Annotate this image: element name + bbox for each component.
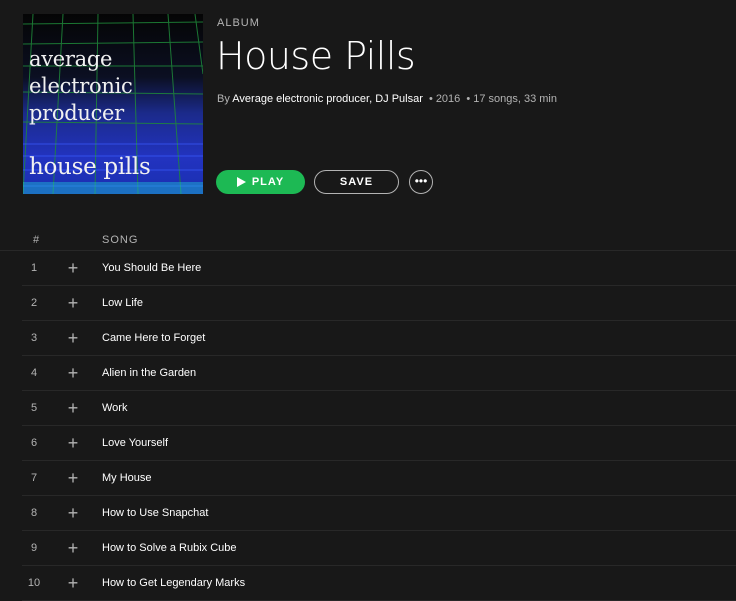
- track-row[interactable]: 5 + Work: [22, 391, 736, 426]
- track-number: 4: [30, 367, 38, 379]
- track-title[interactable]: How to Get Legendary Marks: [102, 566, 245, 600]
- add-track-icon[interactable]: +: [66, 321, 80, 355]
- album-cover[interactable]: average electronic producer house pills: [23, 14, 203, 194]
- track-list-header: # SONG: [0, 228, 736, 251]
- add-track-icon[interactable]: +: [66, 356, 80, 390]
- track-number: 2: [30, 297, 38, 309]
- track-title[interactable]: How to Use Snapchat: [102, 496, 208, 530]
- more-icon: •••: [414, 173, 428, 188]
- cover-album-text: house pills: [29, 154, 151, 180]
- release-year: 2016: [435, 93, 461, 105]
- artist-separator: ,: [369, 93, 373, 105]
- track-title[interactable]: Came Here to Forget: [102, 321, 205, 355]
- add-track-icon[interactable]: +: [66, 496, 80, 530]
- track-number: 10: [27, 577, 41, 589]
- album-type-label: ALBUM: [217, 17, 260, 29]
- play-button[interactable]: PLAY: [216, 170, 305, 194]
- track-row[interactable]: 2 + Low Life: [22, 286, 736, 321]
- cover-line: electronic: [29, 74, 133, 98]
- track-title[interactable]: Work: [102, 391, 127, 425]
- save-button-label: SAVE: [339, 176, 374, 188]
- add-track-icon[interactable]: +: [66, 531, 80, 565]
- track-row[interactable]: 3 + Came Here to Forget: [22, 321, 736, 356]
- add-track-icon[interactable]: +: [66, 461, 80, 495]
- track-title[interactable]: How to Solve a Rubix Cube: [102, 531, 237, 565]
- track-number: 5: [30, 402, 38, 414]
- album-header: average electronic producer house pills …: [0, 0, 736, 210]
- track-number: 6: [30, 437, 38, 449]
- add-track-icon[interactable]: +: [66, 251, 80, 285]
- add-track-icon[interactable]: +: [66, 566, 80, 600]
- play-button-label: PLAY: [251, 176, 285, 188]
- save-button[interactable]: SAVE: [314, 170, 399, 194]
- track-row[interactable]: 10 + How to Get Legendary Marks: [22, 566, 736, 601]
- track-row[interactable]: 1 + You Should Be Here: [22, 251, 736, 286]
- track-list: # SONG 1 + You Should Be Here 2 + Low Life 3 + C…: [0, 228, 736, 601]
- add-track-icon[interactable]: +: [66, 426, 80, 460]
- meta-dot: •: [428, 93, 433, 105]
- track-number: 9: [30, 542, 38, 554]
- track-row[interactable]: 4 + Alien in the Garden: [22, 356, 736, 391]
- cover-artist-text: average electronic producer: [29, 46, 199, 127]
- column-header-song[interactable]: SONG: [102, 234, 138, 246]
- more-options-button[interactable]: •••: [409, 170, 433, 194]
- track-title[interactable]: My House: [102, 461, 152, 495]
- artist-link[interactable]: Average electronic producer: [232, 93, 369, 105]
- track-title[interactable]: Low Life: [102, 286, 143, 320]
- column-header-number: #: [33, 234, 41, 246]
- album-meta: By Average electronic producer, DJ Pulsa…: [217, 93, 557, 105]
- meta-dot: •: [466, 93, 471, 105]
- cover-line: producer: [29, 101, 124, 125]
- add-track-icon[interactable]: +: [66, 391, 80, 425]
- track-row[interactable]: 7 + My House: [22, 461, 736, 496]
- track-title[interactable]: You Should Be Here: [102, 251, 201, 285]
- track-row[interactable]: 8 + How to Use Snapchat: [22, 496, 736, 531]
- cover-line: average: [29, 47, 113, 71]
- track-row[interactable]: 9 + How to Solve a Rubix Cube: [22, 531, 736, 566]
- by-prefix: By: [217, 93, 230, 105]
- track-number: 7: [30, 472, 38, 484]
- track-title[interactable]: Love Yourself: [102, 426, 168, 460]
- track-rows: 1 + You Should Be Here 2 + Low Life 3 + Came Her…: [0, 251, 736, 601]
- track-number: 1: [30, 262, 38, 274]
- play-icon: [236, 177, 246, 187]
- track-number: 3: [30, 332, 38, 344]
- album-stats: 17 songs, 33 min: [473, 93, 557, 105]
- artist-link[interactable]: DJ Pulsar: [375, 93, 423, 105]
- track-row[interactable]: 6 + Love Yourself: [22, 426, 736, 461]
- track-number: 8: [30, 507, 38, 519]
- track-title[interactable]: Alien in the Garden: [102, 356, 196, 390]
- album-title: House Pills: [216, 34, 416, 78]
- add-track-icon[interactable]: +: [66, 286, 80, 320]
